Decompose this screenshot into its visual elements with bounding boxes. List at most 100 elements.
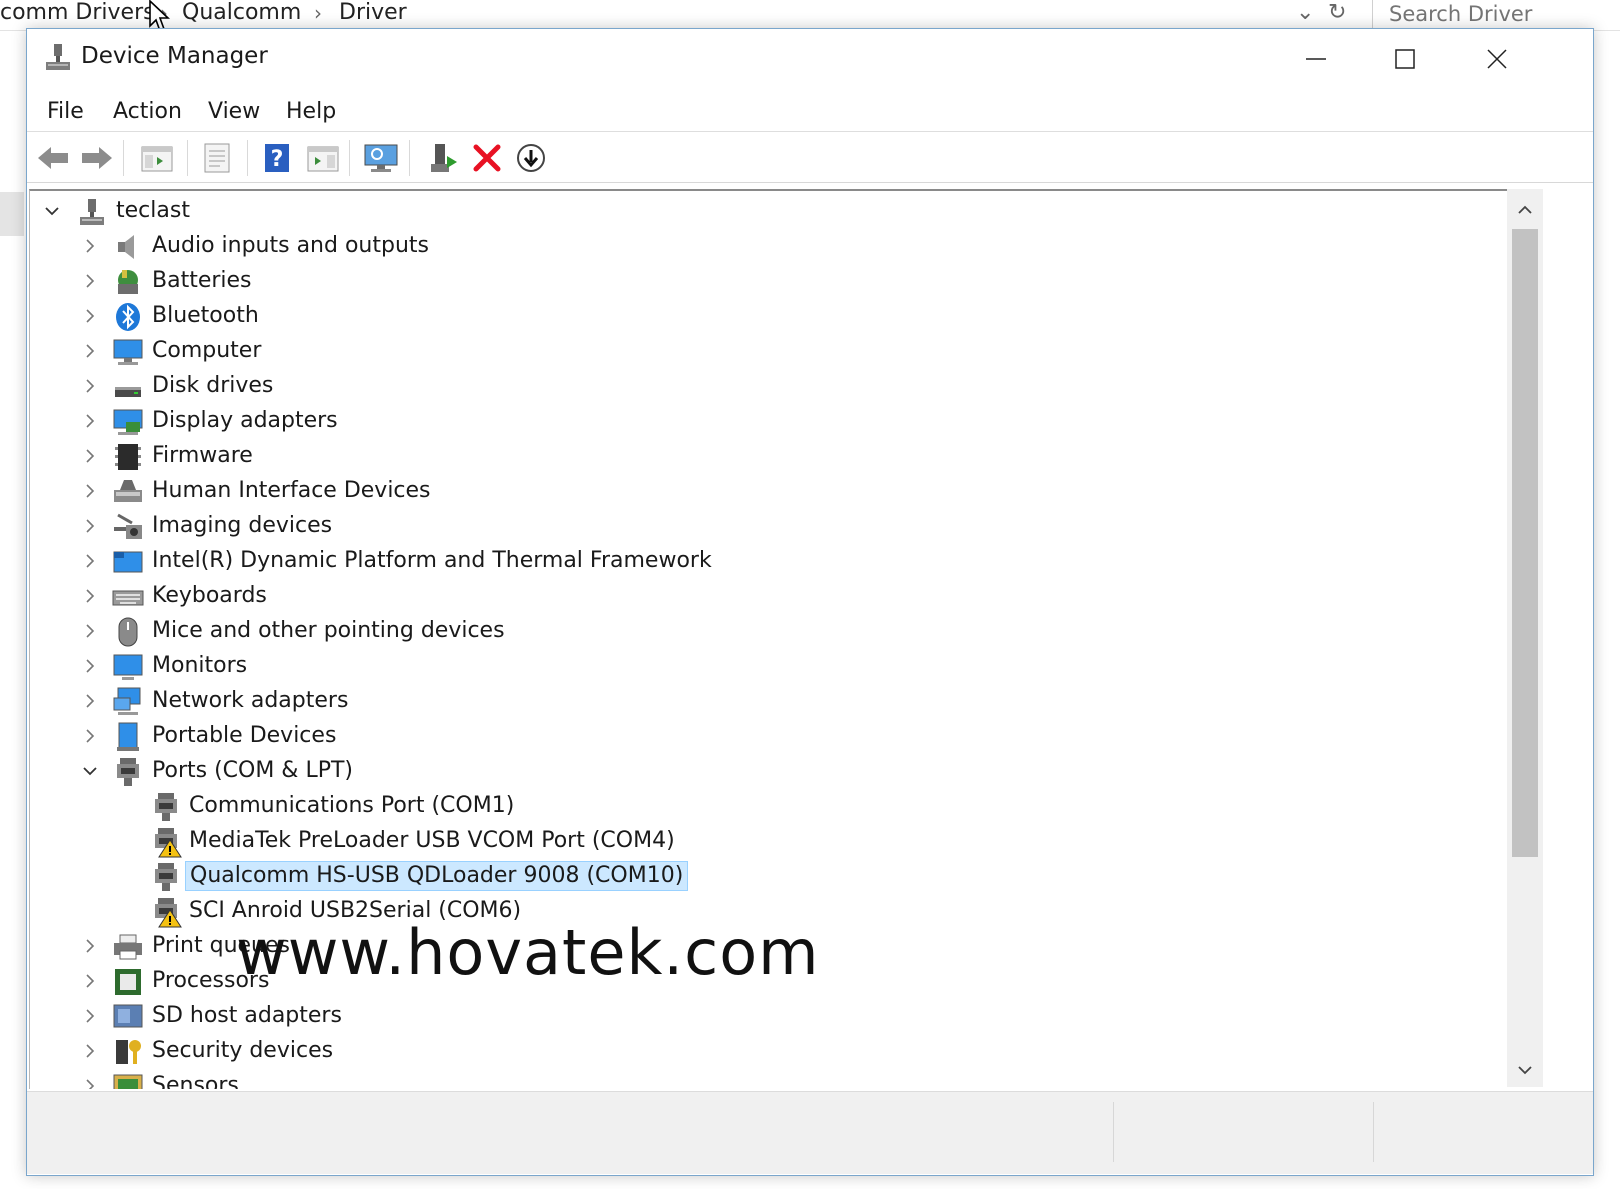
- chevron-right-icon[interactable]: [80, 410, 100, 432]
- chevron-down-icon[interactable]: ⌄: [1296, 0, 1314, 26]
- tree-category-row[interactable]: SD host adapters: [30, 1000, 1508, 1034]
- tree-device-row[interactable]: MediaTek PreLoader USB VCOM Port (COM4): [30, 825, 1508, 859]
- menu-view[interactable]: View: [204, 97, 264, 126]
- back-arrow-icon: [38, 147, 68, 169]
- tree-category-label: Mice and other pointing devices: [152, 618, 505, 643]
- portable-device-icon: [117, 722, 139, 751]
- tree-category-row[interactable]: Network adapters: [30, 685, 1508, 719]
- tree-root-row[interactable]: teclast: [30, 195, 1508, 229]
- status-divider: [1373, 1102, 1374, 1162]
- minimize-button[interactable]: [1276, 29, 1356, 89]
- chevron-right-icon[interactable]: [80, 655, 100, 677]
- tree-category-row[interactable]: Human Interface Devices: [30, 475, 1508, 509]
- tree-category-row[interactable]: Display adapters: [30, 405, 1508, 439]
- breadcrumb-item[interactable]: Driver: [339, 0, 407, 26]
- sensor-icon: [113, 1074, 143, 1089]
- chevron-down-icon[interactable]: [42, 200, 62, 222]
- tree-root-label: teclast: [116, 198, 190, 223]
- back-button[interactable]: [35, 140, 71, 176]
- uninstall-device-button[interactable]: [469, 140, 505, 176]
- tree-category-label: Disk drives: [152, 373, 274, 398]
- scroll-down-button[interactable]: [1507, 1055, 1543, 1085]
- tree-category-row[interactable]: Keyboards: [30, 580, 1508, 614]
- monitor-scan-icon: [364, 144, 398, 172]
- help-button[interactable]: ?: [259, 140, 295, 176]
- chevron-right-icon[interactable]: [80, 445, 100, 467]
- tree-category-row[interactable]: Security devices: [30, 1035, 1508, 1069]
- chevron-right-icon[interactable]: [80, 620, 100, 642]
- delete-x-icon: [473, 144, 501, 172]
- chevron-right-icon[interactable]: [80, 305, 100, 327]
- camera-icon: [114, 513, 142, 539]
- tree-category-row[interactable]: Portable Devices: [30, 720, 1508, 754]
- tree-category-row[interactable]: Disk drives: [30, 370, 1508, 404]
- chevron-right-icon[interactable]: [80, 375, 100, 397]
- window-title: Device Manager: [81, 43, 268, 69]
- tree-category-row[interactable]: Bluetooth: [30, 300, 1508, 334]
- tree-device-row-selected[interactable]: Qualcomm HS-USB QDLoader 9008 (COM10): [30, 860, 1508, 894]
- tree-category-row[interactable]: Firmware: [30, 440, 1508, 474]
- chevron-right-icon[interactable]: [80, 235, 100, 257]
- menu-action[interactable]: Action: [109, 97, 186, 126]
- breadcrumb-item[interactable]: Qualcomm: [182, 0, 301, 26]
- menu-help[interactable]: Help: [282, 97, 340, 126]
- chevron-right-icon[interactable]: [80, 585, 100, 607]
- tree-category-row[interactable]: Computer: [30, 335, 1508, 369]
- chevron-right-icon[interactable]: [80, 515, 100, 537]
- search-box[interactable]: [1372, 0, 1620, 28]
- disable-device-button[interactable]: [513, 140, 549, 176]
- tree-category-row[interactable]: Mice and other pointing devices: [30, 615, 1508, 649]
- menu-file[interactable]: File: [43, 97, 88, 126]
- breadcrumb-item[interactable]: comm Drivers: [0, 0, 155, 26]
- action-pane-button[interactable]: [305, 140, 341, 176]
- chevron-down-icon: [1518, 1066, 1532, 1075]
- properties-icon: [204, 143, 230, 173]
- tree-category-label: Human Interface Devices: [152, 478, 431, 503]
- show-hide-console-tree-button[interactable]: [139, 140, 175, 176]
- vertical-scrollbar[interactable]: [1507, 189, 1543, 1087]
- toolbar-separator: [247, 140, 248, 176]
- forward-button[interactable]: [79, 140, 115, 176]
- tree-category-row[interactable]: Batteries: [30, 265, 1508, 299]
- maximize-icon: [1395, 49, 1415, 69]
- refresh-icon[interactable]: ↻: [1328, 0, 1346, 26]
- scroll-up-button[interactable]: [1507, 195, 1543, 225]
- tree-device-label: Communications Port (COM1): [189, 793, 515, 818]
- chevron-right-icon[interactable]: [80, 270, 100, 292]
- toolbar-separator: [123, 140, 124, 176]
- tree-category-label: Security devices: [152, 1038, 334, 1063]
- chevron-right-icon[interactable]: [80, 935, 100, 957]
- chevron-right-icon[interactable]: [80, 970, 100, 992]
- tree-category-label: Display adapters: [152, 408, 338, 433]
- tree-category-row[interactable]: Intel(R) Dynamic Platform and Thermal Fr…: [30, 545, 1508, 579]
- chevron-right-icon[interactable]: [80, 550, 100, 572]
- chevron-right-icon[interactable]: [80, 690, 100, 712]
- chevron-right-icon[interactable]: [80, 1005, 100, 1027]
- action-pane-icon: [307, 146, 339, 172]
- sd-host-adapter-icon: [113, 1004, 143, 1028]
- tree-category-label: Bluetooth: [152, 303, 259, 328]
- scrollbar-thumb[interactable]: [1512, 229, 1538, 857]
- printer-icon: [114, 934, 142, 960]
- properties-button[interactable]: [199, 140, 235, 176]
- port-icon: [117, 758, 139, 786]
- maximize-button[interactable]: [1365, 29, 1445, 89]
- tree-category-row[interactable]: Monitors: [30, 650, 1508, 684]
- tree-category-row[interactable]: Audio inputs and outputs: [30, 230, 1508, 264]
- chevron-right-icon[interactable]: [80, 340, 100, 362]
- search-input[interactable]: [1387, 0, 1611, 28]
- tree-category-row[interactable]: Sensors: [30, 1070, 1508, 1089]
- mouse-icon: [118, 617, 138, 647]
- chevron-down-icon[interactable]: [80, 760, 100, 782]
- chevron-right-icon[interactable]: [80, 480, 100, 502]
- update-driver-button[interactable]: [425, 140, 461, 176]
- scan-hardware-changes-button[interactable]: [363, 140, 399, 176]
- close-button[interactable]: [1457, 29, 1537, 89]
- tree-category-row-expanded[interactable]: Ports (COM & LPT): [30, 755, 1508, 789]
- chevron-right-icon[interactable]: [80, 1040, 100, 1062]
- chevron-right-icon[interactable]: [80, 1075, 100, 1089]
- chevron-right-icon[interactable]: [80, 725, 100, 747]
- tree-device-row[interactable]: Communications Port (COM1): [30, 790, 1508, 824]
- title-bar[interactable]: Device Manager: [27, 29, 1593, 91]
- tree-category-row[interactable]: Imaging devices: [30, 510, 1508, 544]
